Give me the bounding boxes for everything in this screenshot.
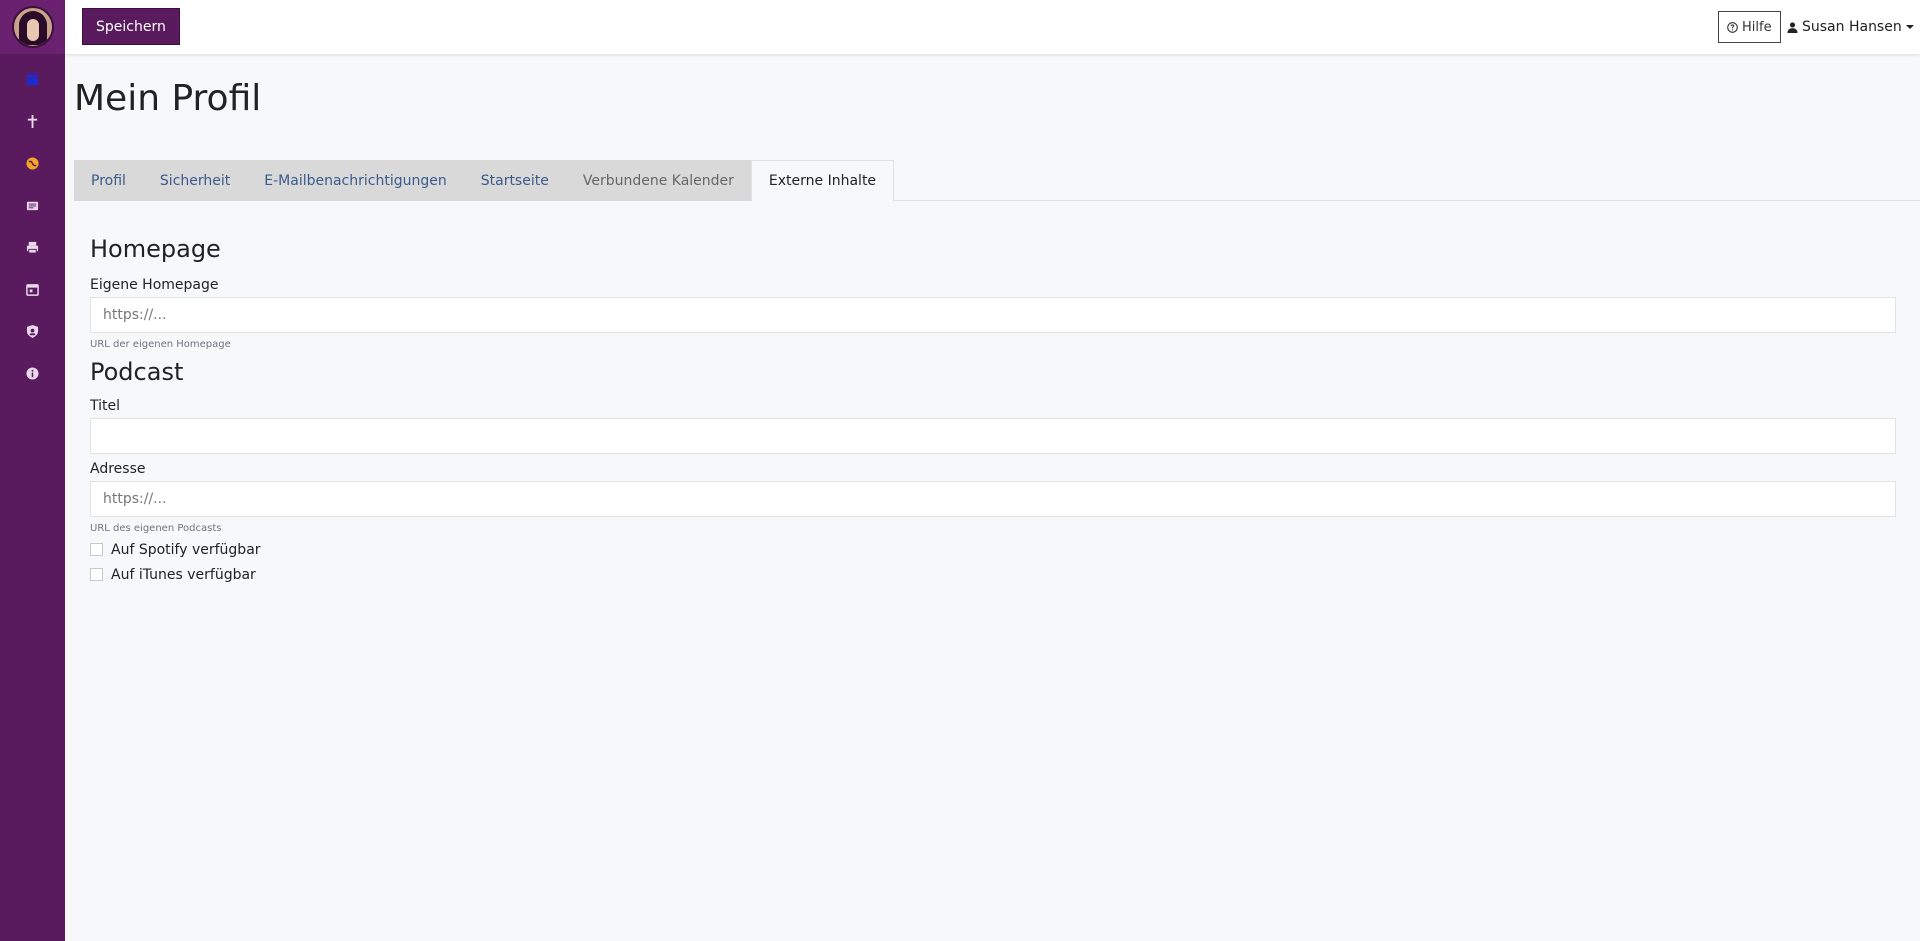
spotify-label: Auf Spotify verfügbar bbox=[111, 541, 261, 558]
sidebar bbox=[0, 0, 65, 941]
user-menu[interactable]: Susan Hansen bbox=[1787, 11, 1914, 43]
homepage-help-text: URL der eigenen Homepage bbox=[90, 339, 231, 350]
homepage-label: Eigene Homepage bbox=[90, 277, 219, 293]
cross-icon bbox=[27, 114, 38, 128]
help-label: Hilfe bbox=[1742, 19, 1772, 35]
calendar-day-icon bbox=[26, 283, 39, 296]
save-button[interactable]: Speichern bbox=[82, 8, 180, 45]
homepage-input[interactable] bbox=[90, 297, 1896, 333]
podcast-address-input[interactable] bbox=[90, 481, 1896, 517]
page-title: Mein Profil bbox=[74, 78, 262, 119]
sidebar-item-info[interactable] bbox=[0, 352, 65, 394]
help-button[interactable]: Hilfe bbox=[1718, 11, 1781, 43]
logo-avatar-icon bbox=[11, 6, 54, 48]
tab-startseite[interactable]: Startseite bbox=[463, 160, 566, 201]
printer-icon bbox=[26, 241, 39, 254]
sidebar-item-web[interactable] bbox=[0, 142, 65, 184]
info-icon bbox=[26, 366, 39, 380]
profile-tabs: Profil Sicherheit E-Mailbenachrichtigung… bbox=[74, 160, 1920, 202]
sidebar-item-print[interactable] bbox=[0, 226, 65, 268]
podcast-title-input[interactable] bbox=[90, 418, 1896, 454]
sidebar-item-church[interactable] bbox=[0, 100, 65, 142]
tab-profil[interactable]: Profil bbox=[74, 160, 143, 201]
podcast-title-label: Titel bbox=[90, 398, 121, 414]
sidebar-item-users[interactable] bbox=[0, 310, 65, 352]
itunes-label: Auf iTunes verfügbar bbox=[111, 566, 256, 583]
external-content-form: Homepage Eigene Homepage URL der eigenen… bbox=[90, 235, 1896, 587]
spotify-checkbox[interactable] bbox=[90, 543, 103, 556]
user-name: Susan Hansen bbox=[1802, 19, 1902, 35]
user-icon bbox=[1787, 21, 1798, 33]
app-logo[interactable] bbox=[0, 0, 65, 54]
tab-external-content[interactable]: Externe Inhalte bbox=[750, 160, 895, 202]
sidebar-item-calendar[interactable] bbox=[0, 58, 65, 100]
podcast-address-label: Adresse bbox=[90, 461, 146, 477]
homepage-heading: Homepage bbox=[90, 235, 221, 263]
globe-icon bbox=[26, 156, 39, 170]
newspaper-icon bbox=[26, 201, 39, 210]
tab-connected-calendars[interactable]: Verbundene Kalender bbox=[565, 160, 751, 201]
sidebar-item-news[interactable] bbox=[0, 184, 65, 226]
itunes-checkbox[interactable] bbox=[90, 568, 103, 581]
podcast-address-help-text: URL des eigenen Podcasts bbox=[90, 523, 222, 534]
calendar-icon bbox=[26, 72, 39, 85]
question-circle-icon bbox=[1727, 21, 1738, 33]
itunes-option: Auf iTunes verfügbar bbox=[90, 562, 1896, 587]
tab-email-notifications[interactable]: E-Mailbenachrichtigungen bbox=[247, 160, 464, 201]
caret-down-icon bbox=[1905, 25, 1914, 29]
top-bar: Speichern Hilfe Susan Hansen bbox=[65, 0, 1920, 54]
podcast-heading: Podcast bbox=[90, 358, 184, 386]
sidebar-item-events[interactable] bbox=[0, 268, 65, 310]
user-shield-icon bbox=[26, 324, 39, 338]
tab-sicherheit[interactable]: Sicherheit bbox=[142, 160, 248, 201]
spotify-option: Auf Spotify verfügbar bbox=[90, 537, 1896, 562]
